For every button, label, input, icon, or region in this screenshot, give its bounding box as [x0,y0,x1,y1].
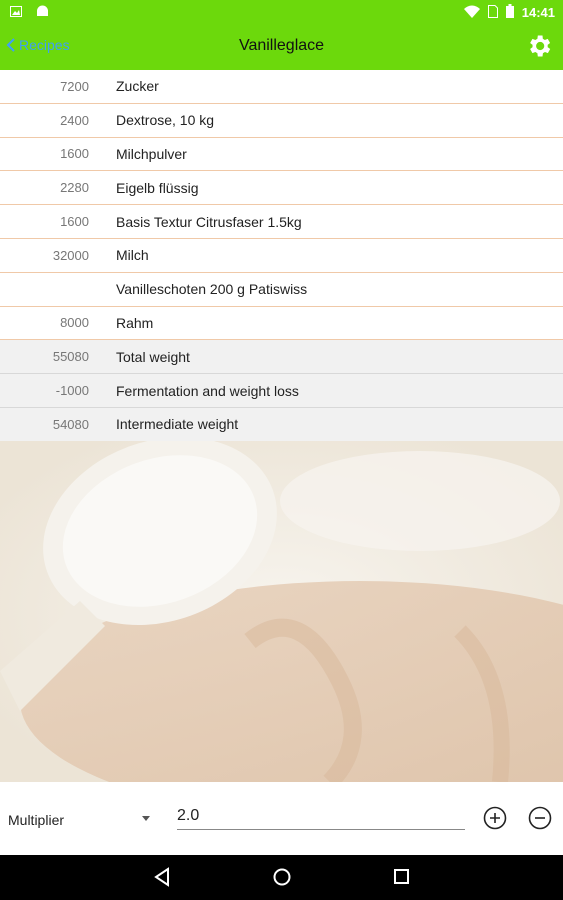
clock: 14:41 [521,5,555,20]
amount: 2280 [60,180,89,196]
total-label: Fermentation and weight loss [116,382,299,399]
amount: 1600 [60,146,89,162]
image-icon [10,5,26,20]
ingredient-name: Dextrose, 10 kg [116,112,215,129]
navigation-bar [0,855,563,900]
list-item[interactable]: Vanilleschoten 200 g Patiswiss [0,272,563,307]
status-bar: 14:41 [0,0,563,24]
ingredient-name: Milchpulver [116,145,187,162]
multiplier-bar: Multiplier [0,782,563,855]
back-triangle-icon[interactable] [153,867,171,887]
list-item[interactable]: 1600 Milchpulver [0,137,563,172]
battery-icon [505,4,514,21]
recents-square-icon[interactable] [393,867,411,887]
gear-icon[interactable] [525,32,553,60]
multiplier-label: Multiplier [8,812,65,828]
list-item[interactable]: 2280 Eigelb flüssig [0,171,563,206]
sim-icon [487,4,498,21]
amount: 55080 [52,349,89,365]
total-label: Total weight [116,348,190,365]
list-item[interactable]: 7200 Zucker [0,70,563,104]
total-row: 55080 Total weight [0,340,563,375]
chevron-down-icon[interactable] [142,816,150,821]
ingredient-name: Basis Textur Citrusfaser 1.5kg [116,213,302,230]
background-image [0,441,563,782]
total-row: -1000 Fermentation and weight loss [0,374,563,408]
ingredient-name: Zucker [116,78,159,95]
amount: 32000 [52,247,89,263]
amount: 7200 [60,78,89,94]
page-title: Vanilleglace [238,37,325,54]
ingredient-name: Eigelb flüssig [116,179,199,196]
ingredient-name: Vanilleschoten 200 g Patiswiss [116,281,308,298]
amount: 54080 [52,416,89,432]
list-item[interactable]: 8000 Rahm [0,306,563,341]
android-icon [36,5,49,20]
amount: 8000 [60,315,89,331]
plus-circle-icon[interactable] [483,806,507,830]
list-item[interactable]: 32000 Milch [0,238,563,273]
amount: 2400 [60,112,89,128]
app-bar: Recipes Vanilleglace [0,24,563,70]
home-circle-icon[interactable] [272,867,292,887]
amount: 1600 [60,214,89,230]
total-row: 54080 Intermediate weight [0,407,563,442]
list-item[interactable]: 2400 Dextrose, 10 kg [0,103,563,138]
minus-circle-icon[interactable] [528,806,552,830]
ingredient-name: Rahm [116,314,154,331]
total-label: Intermediate weight [116,416,239,433]
multiplier-input[interactable] [177,802,465,830]
amount: -1000 [55,383,89,399]
list-item[interactable]: 1600 Basis Textur Citrusfaser 1.5kg [0,205,563,239]
ingredient-name: Milch [116,247,149,264]
wifi-icon [463,5,480,21]
ingredient-list: 7200 Zucker 2400 Dextrose, 10 kg 1600 Milch… [0,70,563,442]
